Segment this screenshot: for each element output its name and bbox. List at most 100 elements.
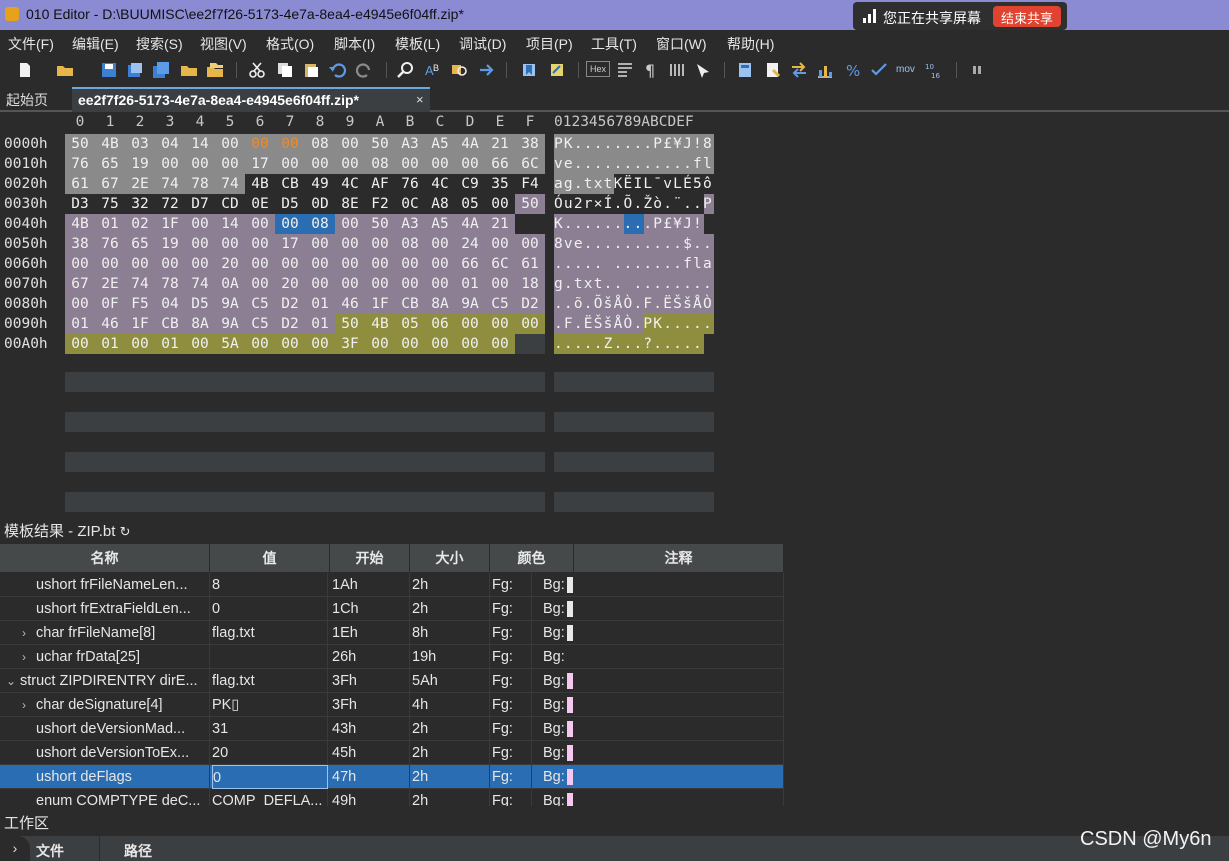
hex-byte[interactable]: 5A (215, 334, 245, 354)
menu-view[interactable]: 视图(V) (200, 34, 247, 54)
hex-byte[interactable]: 0D (305, 194, 335, 214)
hex-byte[interactable]: 00 (305, 234, 335, 254)
hex-byte[interactable]: 1F (155, 214, 185, 234)
hex-byte[interactable]: 00 (275, 154, 305, 174)
hex-byte[interactable]: 2E (95, 274, 125, 294)
hex-byte[interactable]: 08 (395, 234, 425, 254)
hex-byte[interactable]: F2 (365, 194, 395, 214)
hex-byte[interactable]: 00 (305, 254, 335, 274)
menu-debug[interactable]: 调试(D) (459, 34, 506, 54)
template-results-grid[interactable]: 名称值开始 大小 颜色 注释 ushort frFileNameLen... 8 1Ah 2h… (0, 544, 784, 806)
hex-byte[interactable]: 00 (125, 334, 155, 354)
grid-header-start[interactable]: 开始 (330, 544, 410, 572)
hex-byte[interactable]: 00 (155, 254, 185, 274)
expand-icon[interactable]: › (22, 693, 26, 717)
grid-row[interactable]: ushort frFileNameLen... 8 1Ah 2h Fg: Bg: (0, 573, 784, 597)
hex-byte[interactable]: 72 (155, 194, 185, 214)
pause-icon[interactable] (968, 61, 986, 79)
hex-byte[interactable]: 00 (335, 154, 365, 174)
hex-byte[interactable]: 50 (335, 314, 365, 334)
hex-byte[interactable]: 19 (125, 154, 155, 174)
hex-byte[interactable]: 46 (95, 314, 125, 334)
hex-byte[interactable]: 00 (185, 254, 215, 274)
folder-multi-icon[interactable] (206, 61, 224, 79)
grid-header-comment[interactable]: 注释 (574, 544, 784, 572)
line-wrap-icon[interactable] (616, 61, 634, 79)
menu-template[interactable]: 模板(L) (395, 34, 440, 54)
save-icon[interactable] (100, 61, 118, 79)
hex-byte[interactable]: 76 (95, 234, 125, 254)
hex-byte[interactable]: D2 (275, 314, 305, 334)
hex-byte[interactable]: 00 (245, 234, 275, 254)
hex-byte[interactable]: 4C (425, 174, 455, 194)
hex-byte[interactable]: 00 (395, 254, 425, 274)
hex-byte[interactable]: AF (365, 174, 395, 194)
hex-byte[interactable]: C5 (245, 314, 275, 334)
hex-byte[interactable]: 8A (425, 294, 455, 314)
hex-byte[interactable]: 50 (365, 134, 395, 154)
hex-byte[interactable]: 75 (95, 194, 125, 214)
hex-byte[interactable]: D7 (185, 194, 215, 214)
hex-byte[interactable]: 00 (65, 294, 95, 314)
hex-byte[interactable]: 00 (275, 134, 305, 154)
hex-byte[interactable]: 01 (155, 334, 185, 354)
stop-sharing-button[interactable]: 结束共享 (993, 6, 1062, 27)
hex-byte[interactable]: 0A (215, 274, 245, 294)
hex-byte[interactable]: 00 (365, 274, 395, 294)
grid-header-color[interactable]: 颜色 (490, 544, 574, 572)
hex-byte[interactable]: 00 (365, 234, 395, 254)
hex-byte[interactable]: 00 (155, 154, 185, 174)
menu-project[interactable]: 项目(P) (526, 34, 573, 54)
hex-byte[interactable]: 6C (485, 254, 515, 274)
grid-row[interactable]: › char frFileName[8] flag.txt 1Eh 8h Fg: Bg: (0, 621, 784, 645)
grid-header-size[interactable]: 大小 (410, 544, 490, 572)
hex-byte[interactable]: 00 (305, 274, 335, 294)
undo-icon[interactable] (328, 61, 347, 79)
hex-byte[interactable]: 9A (455, 294, 485, 314)
hex-byte[interactable]: 00 (425, 234, 455, 254)
menu-search[interactable]: 搜索(S) (136, 34, 183, 54)
hex-byte[interactable]: 14 (185, 134, 215, 154)
hex-byte[interactable]: 00 (515, 314, 545, 334)
menu-format[interactable]: 格式(O) (266, 34, 314, 54)
hex-byte[interactable]: 00 (185, 234, 215, 254)
histogram-icon[interactable] (816, 61, 834, 79)
workspace-col-file[interactable]: 文件 (36, 841, 64, 861)
hex-byte[interactable]: 01 (305, 314, 335, 334)
hex-byte[interactable]: 17 (245, 154, 275, 174)
hex-byte[interactable]: 18 (515, 274, 545, 294)
hex-byte[interactable]: 1F (365, 294, 395, 314)
grid-row[interactable]: ushort deFlags 0 47h 2h Fg: Bg: (0, 765, 784, 789)
paste-icon[interactable] (302, 61, 320, 79)
hex-byte[interactable]: 76 (395, 174, 425, 194)
hex-byte[interactable]: A8 (425, 194, 455, 214)
hex-byte[interactable]: 6C (515, 154, 545, 174)
hex-byte[interactable]: 74 (155, 174, 185, 194)
hex-byte[interactable]: 00 (455, 334, 485, 354)
hex-byte[interactable]: 00 (275, 254, 305, 274)
hex-byte[interactable]: 1F (125, 314, 155, 334)
hex-byte[interactable]: 00 (305, 334, 335, 354)
hex-row-ascii[interactable]: 8ve..........$.. (554, 234, 713, 254)
hex-byte[interactable]: 78 (185, 174, 215, 194)
grid-row[interactable]: ushort deVersionMad... 31 43h 2h Fg: Bg: (0, 717, 784, 741)
hex-byte[interactable]: 00 (485, 274, 515, 294)
hex-byte[interactable]: 08 (365, 154, 395, 174)
grid-header-value[interactable]: 值 (210, 544, 330, 572)
hex-row-ascii[interactable]: Óu2r×Í.Õ.Žò.¨..P (554, 194, 713, 214)
hex-row-ascii[interactable]: .F.ËŠšÅÒ.PK..... (554, 314, 713, 334)
hex-byte[interactable]: 03 (125, 134, 155, 154)
hex-byte[interactable]: 00 (365, 334, 395, 354)
hex-byte[interactable]: D5 (275, 194, 305, 214)
grid-row[interactable]: ushort deVersionToEx... 20 45h 2h Fg: Bg: (0, 741, 784, 765)
hex-byte[interactable]: C9 (455, 174, 485, 194)
hex-byte[interactable]: 00 (395, 274, 425, 294)
hex-byte[interactable]: 00 (455, 154, 485, 174)
hex-mode-icon[interactable]: Hex (586, 61, 610, 79)
hex-byte[interactable]: 04 (155, 294, 185, 314)
save-all-icon[interactable] (152, 61, 170, 79)
hex-row-ascii[interactable]: .....Z...?..... (554, 334, 703, 354)
hex-byte[interactable]: 00 (245, 254, 275, 274)
menu-script[interactable]: 脚本(I) (334, 34, 375, 54)
hex-row-ascii[interactable]: ag.txtKËIL¯vLÉ5ô (554, 174, 713, 194)
